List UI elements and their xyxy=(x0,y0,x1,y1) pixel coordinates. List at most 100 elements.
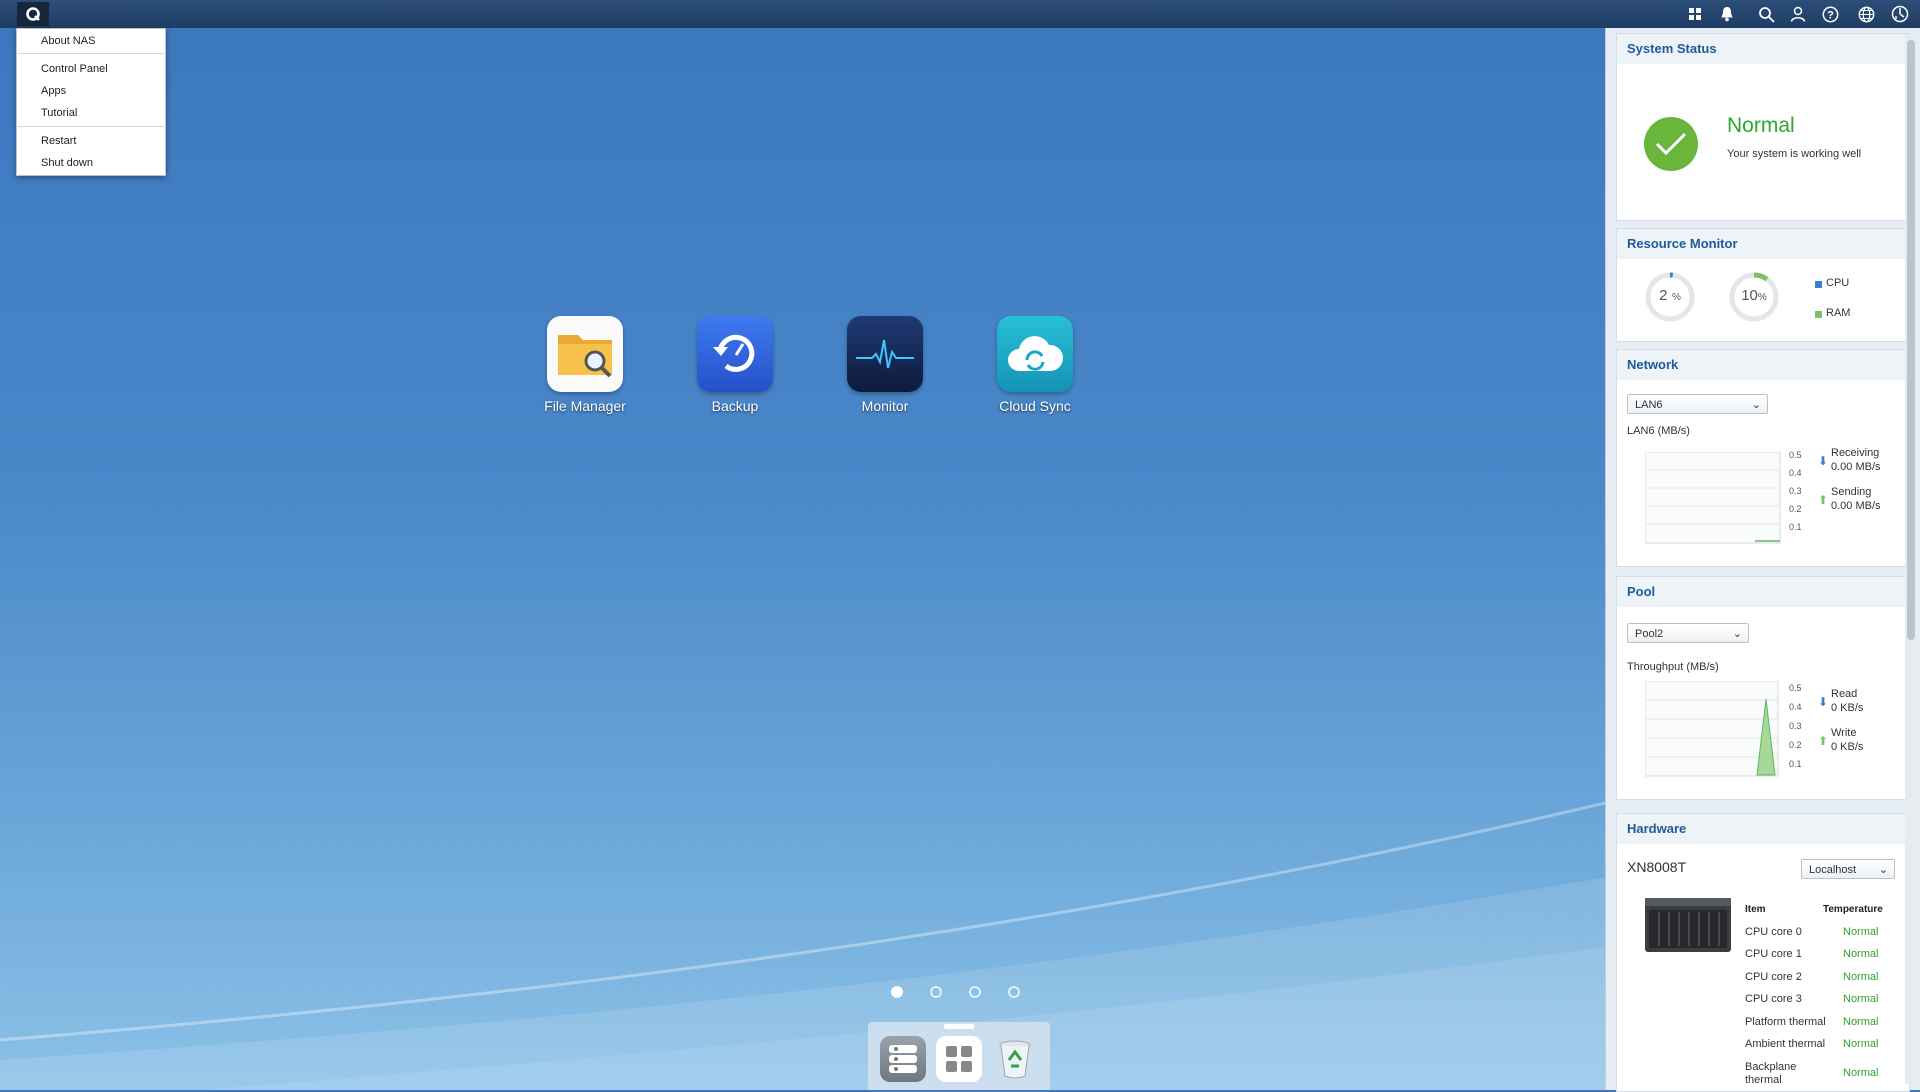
menu-item-about-nas[interactable]: About NAS xyxy=(41,33,95,49)
menu-item-shut-down[interactable]: Shut down xyxy=(41,155,93,171)
hw-row-item: CPU core 2 xyxy=(1745,971,1802,983)
network-interface-select[interactable]: LAN6 ⌄ xyxy=(1627,394,1768,414)
dock-handle[interactable] xyxy=(944,1024,974,1029)
y-tick: 0.5 xyxy=(1789,683,1802,693)
check-icon xyxy=(1644,117,1698,171)
app-cloud-sync[interactable]: Cloud Sync xyxy=(975,316,1095,420)
cpu-legend-label: CPU xyxy=(1826,277,1850,289)
hardware-model: XN8008T xyxy=(1627,859,1687,875)
sending-stat: Sending 0.00 MB/s xyxy=(1831,485,1881,513)
hardware-widget: Hardware XN8008T Localhost ⌄ Item Temper… xyxy=(1616,813,1910,1092)
nas-device-image xyxy=(1645,898,1731,952)
user-icon[interactable] xyxy=(1787,3,1809,25)
hw-row-value: Normal xyxy=(1843,993,1879,1005)
app-grid-icon[interactable] xyxy=(936,1036,982,1082)
y-tick: 0.2 xyxy=(1789,504,1802,514)
write-value: 0 KB/s xyxy=(1831,741,1864,753)
help-icon[interactable]: ? xyxy=(1819,3,1841,25)
status-state: Normal xyxy=(1727,114,1795,137)
app-backup[interactable]: Backup xyxy=(675,316,795,420)
hw-row-value: Normal xyxy=(1843,1038,1879,1050)
pool-widget: Pool Pool2 ⌄ Throughput (MB/s) 0.5 0.4 0… xyxy=(1616,576,1910,800)
resource-icon[interactable] xyxy=(880,1036,926,1082)
bell-icon[interactable] xyxy=(1716,3,1738,25)
page-dot[interactable] xyxy=(969,986,981,998)
widget-title: Hardware xyxy=(1617,814,1909,844)
app-label: File Manager xyxy=(544,398,626,414)
app-monitor[interactable]: Monitor xyxy=(825,316,945,420)
ram-unit: % xyxy=(1757,292,1767,303)
dashboard-scrollbar[interactable] xyxy=(1905,34,1917,1084)
cpu-value: 2 xyxy=(1659,287,1668,304)
hw-row-item: CPU core 1 xyxy=(1745,948,1802,960)
y-tick: 0.3 xyxy=(1789,721,1802,731)
main-menu-dropdown: About NAS Control Panel Apps Tutorial Re… xyxy=(16,28,166,176)
hw-row-item: Backplane thermal xyxy=(1745,1061,1797,1086)
col-header-temperature: Temperature xyxy=(1823,904,1883,915)
menu-item-restart[interactable]: Restart xyxy=(41,133,76,149)
ram-value: 10 xyxy=(1741,287,1758,304)
cpu-unit: % xyxy=(1671,292,1681,303)
system-status-widget: System Status Normal Your system is work… xyxy=(1616,33,1910,221)
write-stat: Write 0 KB/s xyxy=(1831,726,1863,754)
app-label: Backup xyxy=(711,398,759,414)
y-tick: 0.4 xyxy=(1789,702,1802,712)
monitor-icon xyxy=(847,316,923,392)
hw-row-value: Normal xyxy=(1843,948,1879,960)
ram-readout: 10% xyxy=(1728,287,1780,305)
page-dot-active[interactable] xyxy=(891,986,903,998)
pool-select[interactable]: Pool2 ⌄ xyxy=(1627,623,1749,643)
search-icon[interactable] xyxy=(1755,3,1777,25)
chevron-down-icon: ⌄ xyxy=(1732,628,1742,640)
hw-row-value: Normal xyxy=(1843,1067,1879,1079)
widget-title: System Status xyxy=(1617,34,1909,64)
page-dot[interactable] xyxy=(930,986,942,998)
page-dot[interactable] xyxy=(1008,986,1020,998)
app-label: Monitor xyxy=(861,398,909,414)
y-tick: 0.2 xyxy=(1789,740,1802,750)
pool-chart-label: Throughput (MB/s) xyxy=(1627,661,1719,673)
dashboard-panel: System Status Normal Your system is work… xyxy=(1605,28,1920,1092)
host-select[interactable]: Localhost ⌄ xyxy=(1801,859,1895,879)
network-y-ticks: 0.5 0.4 0.3 0.2 0.1 xyxy=(1789,446,1802,536)
menu-separator xyxy=(18,53,164,54)
main-menu-button[interactable] xyxy=(17,2,49,26)
top-bar: ? xyxy=(0,0,1920,28)
ram-legend-label: RAM xyxy=(1826,307,1851,319)
network-chart-label: LAN6 (MB/s) xyxy=(1627,425,1690,437)
backup-icon xyxy=(697,316,773,392)
host-select-value: Localhost xyxy=(1809,864,1857,876)
menu-item-apps[interactable]: Apps xyxy=(41,83,66,99)
pool-chart xyxy=(1645,681,1779,777)
scrollbar-thumb[interactable] xyxy=(1907,40,1915,640)
menu-item-control-panel[interactable]: Control Panel xyxy=(41,61,108,77)
col-header-item: Item xyxy=(1745,904,1766,915)
y-tick: 0.1 xyxy=(1789,522,1802,532)
cpu-legend-swatch xyxy=(1815,281,1822,288)
cpu-readout: 2 % xyxy=(1644,287,1696,305)
y-tick: 0.3 xyxy=(1789,486,1802,496)
menu-separator xyxy=(18,126,164,127)
hw-row-item: Platform thermal xyxy=(1745,1016,1826,1028)
apps-icon[interactable] xyxy=(1684,3,1706,25)
hw-row-value: Normal xyxy=(1843,1016,1879,1028)
y-tick: 0.4 xyxy=(1789,468,1802,478)
dashboard-icon[interactable] xyxy=(1889,3,1911,25)
chevron-down-icon: ⌄ xyxy=(1878,864,1888,876)
recycle-bin-icon[interactable] xyxy=(992,1036,1038,1082)
qnap-logo-icon xyxy=(26,7,40,21)
widget-title: Pool xyxy=(1617,577,1909,607)
cloud-sync-icon xyxy=(997,316,1073,392)
menu-item-tutorial[interactable]: Tutorial xyxy=(41,105,77,121)
network-widget: Network LAN6 ⌄ LAN6 (MB/s) 0.5 0.4 0.3 0… xyxy=(1616,349,1910,567)
ram-legend-swatch xyxy=(1815,311,1822,318)
pool-select-value: Pool2 xyxy=(1635,628,1664,640)
globe-icon[interactable] xyxy=(1855,3,1877,25)
arrow-down-icon: ⬇ xyxy=(1818,695,1829,709)
read-stat: Read 0 KB/s xyxy=(1831,687,1863,715)
widget-title: Network xyxy=(1617,350,1909,380)
y-tick: 0.5 xyxy=(1789,450,1802,460)
sending-value: 0.00 MB/s xyxy=(1831,500,1881,512)
network-chart xyxy=(1645,452,1781,544)
app-file-manager[interactable]: File Manager xyxy=(525,316,645,420)
